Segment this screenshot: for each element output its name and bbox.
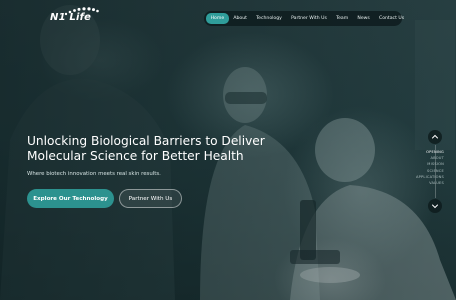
section-up-button[interactable] [428, 130, 442, 144]
section-nav-list: Opening About Mission Science Applicatio… [416, 149, 444, 186]
brand-logo[interactable]: N1 Life [50, 6, 110, 26]
hero-headline: Unlocking Biological Barriers to Deliver… [27, 134, 287, 164]
nav-item-contact-us[interactable]: Contact Us [374, 13, 408, 24]
nav-item-about[interactable]: About [229, 13, 252, 24]
nav-item-news[interactable]: News [353, 13, 375, 24]
section-nav: Opening About Mission Science Applicatio… [400, 128, 450, 214]
hero-headline-line-1: Unlocking Biological Barriers to Deliver [27, 134, 265, 148]
nav-item-technology[interactable]: Technology [252, 13, 287, 24]
hero-subheadline: Where biotech innovation meets real skin… [27, 171, 161, 177]
section-nav-item-values[interactable]: Values [416, 180, 444, 186]
main-nav: Home About Technology Partner With Us Te… [204, 11, 404, 26]
section-down-button[interactable] [428, 199, 442, 213]
nav-item-partner-with-us[interactable]: Partner With Us [286, 13, 331, 24]
brand-name: N1 Life [50, 12, 92, 23]
chevron-up-icon [432, 134, 438, 139]
chevron-down-icon [432, 204, 438, 209]
hero-headline-line-2: Molecular Science for Better Health [27, 149, 244, 163]
nav-item-home[interactable]: Home [206, 13, 229, 24]
nav-item-team[interactable]: Team [331, 13, 352, 24]
partner-with-us-button[interactable]: Partner With Us [119, 189, 182, 208]
explore-technology-button[interactable]: Explore Our Technology [27, 189, 114, 208]
